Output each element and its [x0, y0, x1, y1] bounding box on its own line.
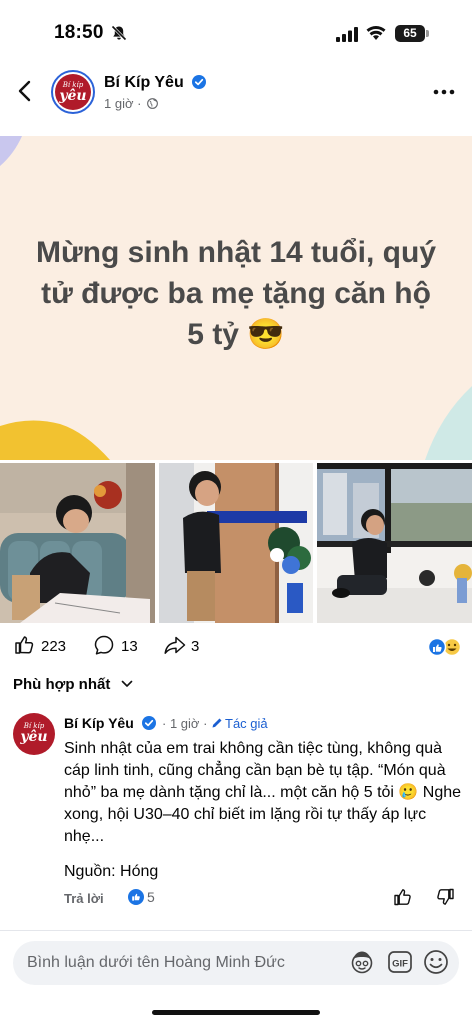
photo-1-image	[0, 463, 155, 623]
chevron-down-icon	[121, 680, 132, 687]
home-indicator	[152, 1010, 320, 1015]
post-header: Bí kíp yêu Bí Kíp Yêu 1 giờ ·	[0, 62, 472, 132]
globe-icon	[147, 98, 158, 109]
cellular-signal-icon	[336, 27, 358, 42]
verified-badge-icon	[192, 75, 207, 89]
page-avatar-logo: Bí kíp yêu	[55, 74, 91, 110]
comment-source: Nguồn: Hóng	[64, 863, 159, 880]
like-action[interactable]: 223	[13, 636, 83, 660]
author-tag: Tác giả	[225, 716, 268, 731]
page-avatar[interactable]: Bí kíp yêu	[51, 70, 95, 114]
bell-off-icon	[111, 25, 127, 41]
comment-sort-button[interactable]: Phù hợp nhất	[13, 676, 133, 693]
post-timestamp: 1 giờ ·	[104, 96, 158, 111]
sort-label: Phù hợp nhất	[13, 676, 111, 693]
reply-button[interactable]: Trả lời	[64, 891, 104, 906]
comment-body: Sinh nhật của em trai không cần tiệc tùn…	[64, 740, 462, 845]
comment-like-icon[interactable]	[392, 887, 414, 907]
emoji-icon[interactable]	[422, 948, 450, 976]
photo-3-image	[317, 463, 472, 623]
svg-text:GIF: GIF	[392, 959, 408, 970]
page-name-text: Bí Kíp Yêu	[104, 74, 184, 91]
status-time: 18:50	[54, 22, 104, 43]
verified-badge-icon	[141, 716, 156, 730]
comment-input-placeholder: Bình luận dưới tên Hoàng Minh Đức	[27, 954, 285, 971]
battery-level: 65	[395, 25, 425, 42]
pencil-icon	[212, 718, 222, 728]
battery-indicator: 65	[395, 25, 429, 42]
status-bar: 18:50 65	[0, 0, 472, 62]
photo-3-window[interactable]	[317, 463, 472, 623]
comment-meta: · 1 giờ · Tác giả	[162, 716, 268, 731]
comment-count: 13	[121, 638, 138, 655]
reaction-summary-icons[interactable]	[426, 637, 462, 657]
page-name[interactable]: Bí Kíp Yêu	[104, 74, 207, 92]
like-count: 223	[41, 638, 67, 655]
photo-2-ribbon[interactable]	[159, 463, 313, 623]
comment-time: 1 giờ	[169, 716, 200, 731]
reactions-bar: 223 13 3	[0, 632, 472, 664]
comment-input[interactable]: Bình luận dưới tên Hoàng Minh Đức GIF	[13, 941, 459, 985]
wifi-icon	[366, 26, 386, 40]
share-action[interactable]: 3	[163, 636, 223, 660]
comment-bubble-icon	[94, 635, 114, 655]
photo-strip	[0, 463, 472, 623]
gif-icon[interactable]: GIF	[387, 949, 413, 975]
back-arrow-icon[interactable]	[12, 76, 40, 106]
hero-title: Mừng sinh nhật 14 tuổi, quý tử được ba m…	[35, 236, 437, 351]
more-options-icon[interactable]	[432, 82, 456, 102]
share-count: 3	[191, 638, 200, 655]
post-hero-image[interactable]: Mừng sinh nhật 14 tuổi, quý tử được ba m…	[0, 136, 472, 460]
comment-like-count[interactable]: 5	[128, 889, 155, 905]
like-reaction-icon	[128, 889, 144, 905]
photo-1-signing[interactable]	[0, 463, 155, 623]
comment-dislike-icon[interactable]	[434, 887, 456, 907]
comment-author-avatar[interactable]: Bí kíp yêu	[13, 713, 55, 755]
avatar-sticker-icon[interactable]	[349, 949, 375, 975]
share-arrow-icon	[164, 636, 186, 654]
comment-author-name[interactable]: Bí Kíp Yêu	[64, 715, 156, 731]
thumbs-up-icon	[15, 636, 34, 654]
battery-tip	[426, 30, 429, 37]
photo-2-image	[159, 463, 313, 623]
comment-composer: Bình luận dưới tên Hoàng Minh Đức GIF	[0, 930, 472, 1024]
comment-action[interactable]: 13	[93, 635, 153, 660]
